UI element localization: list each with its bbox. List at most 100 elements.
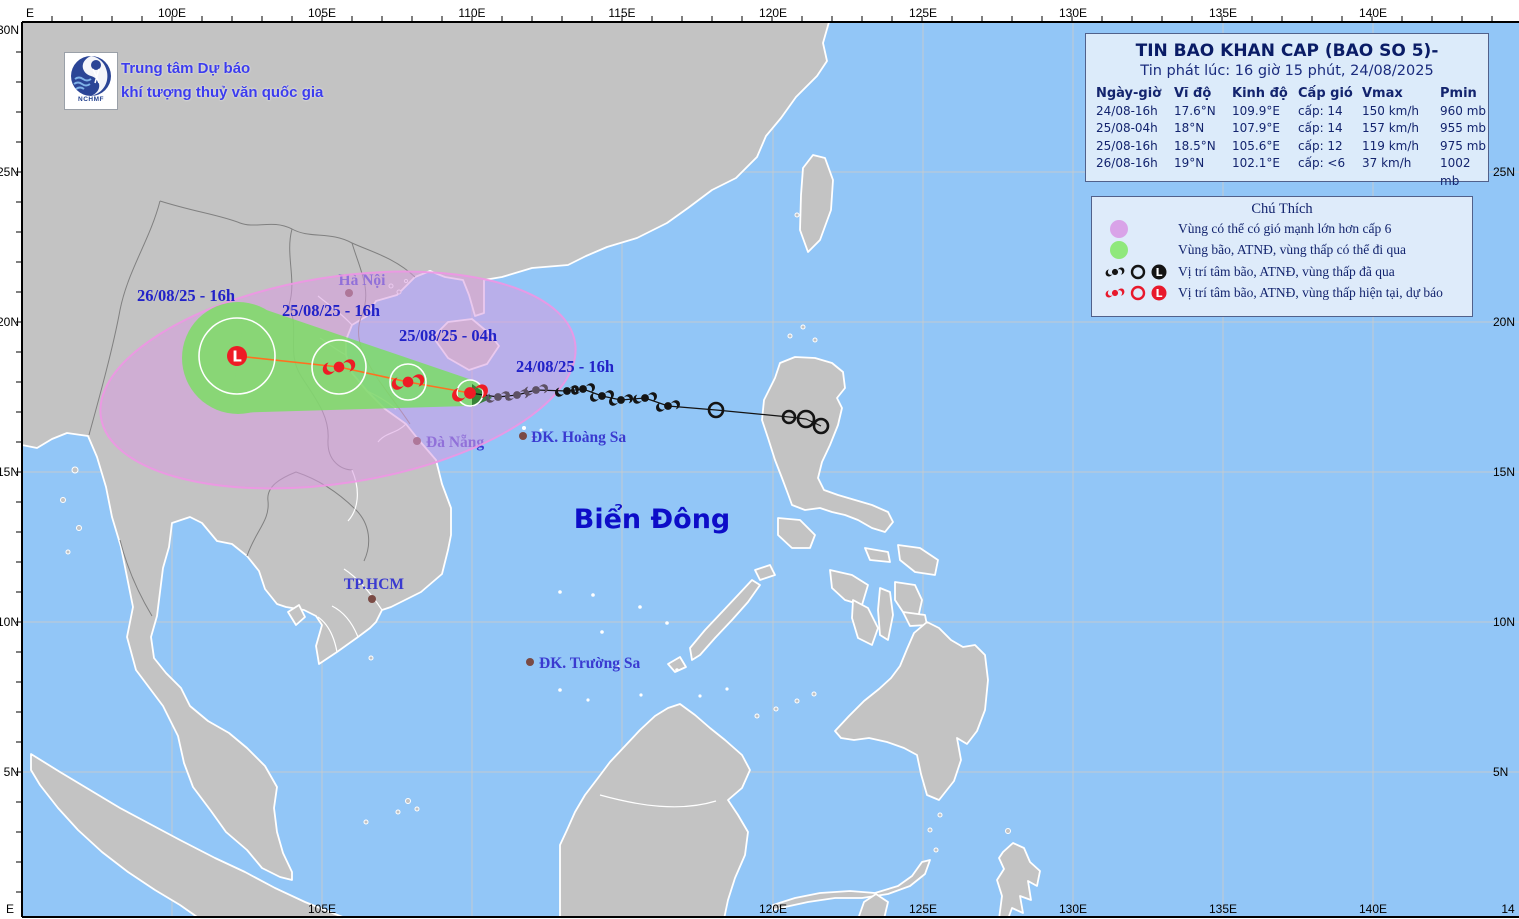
islet xyxy=(395,809,401,815)
reef-islet xyxy=(638,605,642,609)
city-dot xyxy=(519,432,527,440)
current-markers-icon: L xyxy=(1102,283,1178,303)
legend-item-label: Vùng bão, ATNĐ, vùng thấp có thể đi qua xyxy=(1178,242,1406,258)
reef-islet xyxy=(665,621,669,625)
axis-label-top: 120E xyxy=(759,6,787,20)
reef-islet xyxy=(675,668,679,672)
forecast-cell: 975 mb xyxy=(1440,138,1487,153)
org-line2: khí tượng thuỷ văn quốc gia xyxy=(121,84,324,101)
legend-item-label: Vị trí tâm bão, ATNĐ, vùng thấp hiện tại… xyxy=(1178,285,1443,301)
green-zone-icon xyxy=(1102,241,1178,260)
reef-islet xyxy=(558,688,562,692)
legend-rows: Vùng có thể có gió mạnh lớn hơn cấp 6 Vùn… xyxy=(1092,218,1472,304)
bulletin-title: TIN BAO KHAN CAP (BAO SO 5)- xyxy=(1135,41,1439,61)
islet xyxy=(71,466,79,474)
low-pressure-letter: L xyxy=(232,348,242,366)
legend-item-label: Vị trí tâm bão, ATNĐ, vùng thấp đã qua xyxy=(1178,263,1395,279)
axis-label-bottom: E xyxy=(6,902,14,916)
axis-label-left: 15N xyxy=(0,465,19,479)
axis-label-top: 100E xyxy=(158,6,186,20)
axis-label-bottom: 125E xyxy=(909,902,937,916)
forecast-date-label: 26/08/25 - 16h xyxy=(137,286,235,305)
legend-item: L Vị trí tâm bão, ATNĐ, vùng thấp hiện tạ… xyxy=(1092,283,1472,305)
forecast-cell: 24/08-16h xyxy=(1096,103,1158,118)
forecast-cell: 102.1°E xyxy=(1232,156,1280,170)
axis-label-left: 20N xyxy=(0,315,19,329)
forecast-date-label: 24/08/25 - 16h xyxy=(516,357,614,376)
islet xyxy=(812,337,818,343)
legend-item: Vùng bão, ATNĐ, vùng thấp có thể đi qua xyxy=(1092,240,1472,262)
islet xyxy=(363,819,369,825)
past-markers-glyphs: L xyxy=(1105,264,1167,280)
reef-islet xyxy=(698,694,702,698)
axis-label-top: 115E xyxy=(608,6,635,20)
reef-islet xyxy=(639,693,643,697)
forecast-date-label: 25/08/25 - 04h xyxy=(399,326,497,345)
reef-islet xyxy=(725,687,729,691)
islet xyxy=(811,691,817,697)
axis-label-top: 110E xyxy=(458,6,485,20)
purple-zone-dot xyxy=(1110,219,1128,238)
forecast-cell: 25/08-04h xyxy=(1096,121,1158,135)
sea-name-label: Biển Đông xyxy=(574,502,731,535)
nchmf-logo: NCHMF xyxy=(64,52,118,110)
forecast-cell: 955 mb xyxy=(1440,121,1487,135)
axis-label-right: 20N xyxy=(1493,315,1515,329)
islet xyxy=(927,827,933,833)
axis-label-left: 30N xyxy=(0,23,19,37)
islet xyxy=(787,333,793,339)
organization-name: Trung tâm Dự báo khí tượng thuỷ văn quốc… xyxy=(121,57,323,105)
axis-label-left: 5N xyxy=(4,765,19,779)
axis-label-bottom: 140E xyxy=(1359,902,1387,916)
nchmf-abbr: NCHMF xyxy=(78,96,104,103)
green-zone-dot xyxy=(1110,241,1128,260)
city-dot xyxy=(526,658,534,666)
forecast-cell: 107.9°E xyxy=(1232,121,1280,135)
axis-label-bottom: 120E xyxy=(759,902,787,916)
forecast-cell: cấp: 14 xyxy=(1298,121,1343,135)
nchmf-logo-icon xyxy=(71,56,111,96)
islet xyxy=(794,212,800,218)
forecast-column-header: Ngày-giờ xyxy=(1096,86,1162,101)
axis-label-right: 25N xyxy=(1493,165,1515,179)
city-label: ĐK. Hoàng Sa xyxy=(531,429,626,446)
axis-label-top: E xyxy=(26,6,34,20)
forecast-cell: 109.9°E xyxy=(1232,103,1280,118)
axis-label-top: 130E xyxy=(1059,6,1087,20)
forecast-cell: cấp: <6 xyxy=(1298,156,1346,170)
bulletin-box: TIN BAO KHAN CAP (BAO SO 5)- Tin phát lú… xyxy=(1085,33,1489,188)
islet xyxy=(937,812,943,818)
forecast-cell: 157 km/h xyxy=(1362,121,1420,135)
reef-islet xyxy=(586,698,590,702)
islet xyxy=(754,713,760,719)
legend-item: L Vị trí tâm bão, ATNĐ, vùng thấp đã qua xyxy=(1092,261,1472,283)
current-markers-glyphs: L xyxy=(1105,285,1167,301)
forecast-cell: 37 km/h xyxy=(1362,156,1412,170)
axis-label-top: 135E xyxy=(1209,6,1237,20)
forecast-cell: 19°N xyxy=(1174,156,1205,170)
forecast-column-header: Vĩ độ xyxy=(1174,86,1212,101)
forecast-cell: 18°N xyxy=(1174,121,1205,135)
reef-islet xyxy=(600,630,604,634)
islet xyxy=(405,798,411,804)
axis-label-top: 105E xyxy=(308,6,336,20)
forecast-column-header: Kinh độ xyxy=(1232,86,1288,101)
reef-islet xyxy=(591,593,595,597)
city-dot xyxy=(368,595,376,603)
bulletin-issued-time: Tin phát lúc: 16 giờ 15 phút, 24/08/2025 xyxy=(1140,63,1434,79)
svg-text:L: L xyxy=(1155,287,1162,300)
islet xyxy=(368,655,374,661)
org-line1: Trung tâm Dự báo xyxy=(121,60,251,77)
axis-label-right: 10N xyxy=(1493,615,1515,629)
past-markers-icon: L xyxy=(1102,262,1178,282)
forecast-table: Ngày-giờ Vĩ độ Kinh độ Cấp gió Vmax Pmin 24/08… xyxy=(1086,79,1488,190)
axis-label-bottom: 135E xyxy=(1209,902,1237,916)
islet xyxy=(76,525,82,531)
axis-label-bottom: 14 xyxy=(1501,902,1515,916)
forecast-column-header: Vmax xyxy=(1362,86,1403,101)
legend-title: Chú Thích xyxy=(1251,201,1313,217)
forecast-cell: 17.6°N xyxy=(1174,103,1216,118)
islet xyxy=(773,706,779,712)
islet xyxy=(933,847,939,853)
forecast-cell: 119 km/h xyxy=(1362,138,1420,153)
